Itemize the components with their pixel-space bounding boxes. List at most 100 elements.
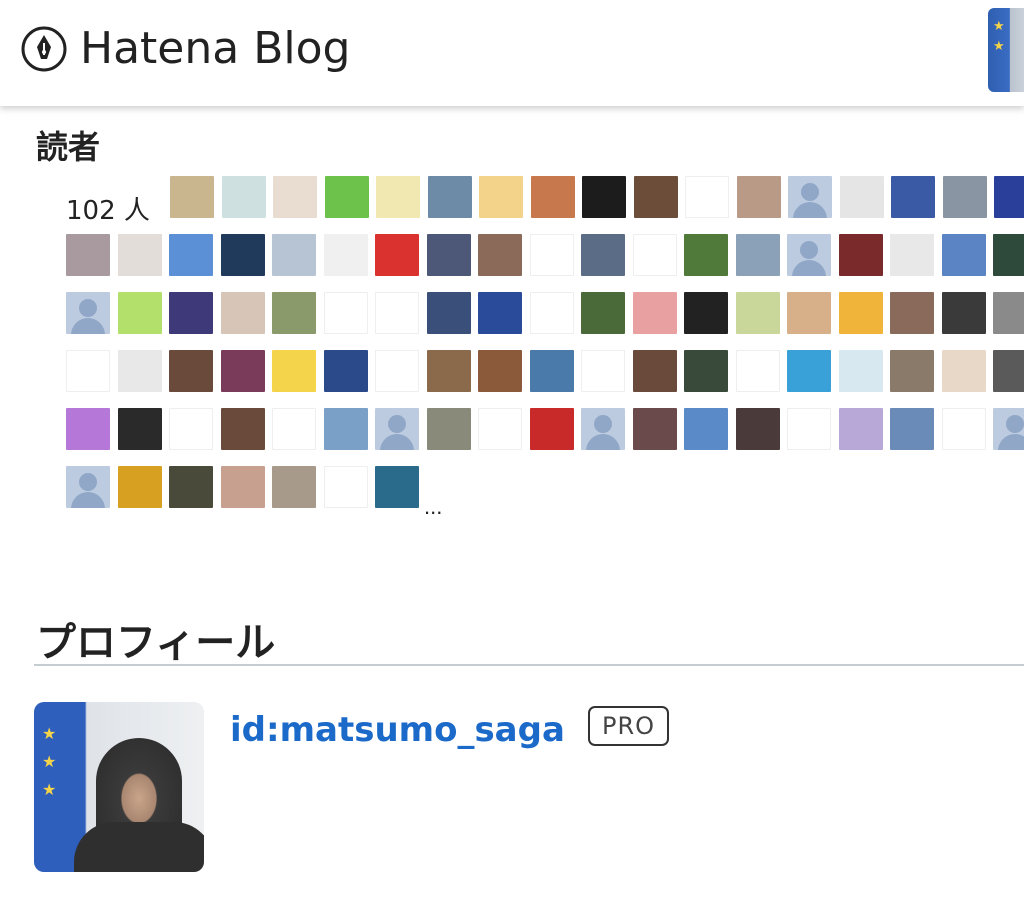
reader-avatar[interactable] xyxy=(582,176,626,218)
reader-avatar[interactable] xyxy=(220,234,265,276)
reader-avatar[interactable] xyxy=(529,350,574,392)
reader-avatar[interactable] xyxy=(426,292,471,334)
reader-avatar[interactable] xyxy=(272,234,316,276)
reader-avatar[interactable] xyxy=(323,350,368,392)
reader-avatar[interactable] xyxy=(169,350,213,392)
reader-avatar[interactable] xyxy=(581,350,625,392)
reader-avatar[interactable] xyxy=(273,176,317,218)
reader-avatar[interactable] xyxy=(788,176,832,218)
reader-avatar[interactable] xyxy=(993,408,1024,450)
reader-avatar[interactable] xyxy=(375,292,419,334)
reader-avatar[interactable] xyxy=(735,292,780,334)
reader-avatar[interactable] xyxy=(529,408,574,450)
reader-avatar[interactable] xyxy=(220,466,265,508)
reader-avatar[interactable] xyxy=(530,176,575,218)
reader-avatar[interactable] xyxy=(169,234,213,276)
reader-avatar[interactable] xyxy=(426,350,471,392)
reader-avatar[interactable] xyxy=(478,408,522,450)
reader-avatar[interactable] xyxy=(272,408,316,450)
reader-avatar[interactable] xyxy=(941,408,986,450)
reader-avatar[interactable] xyxy=(170,176,214,218)
reader-avatar[interactable] xyxy=(735,408,780,450)
reader-avatar[interactable] xyxy=(581,408,625,450)
reader-avatar[interactable] xyxy=(529,292,574,334)
hatena-blog-logo[interactable]: Hatena Blog xyxy=(20,22,350,76)
reader-avatar[interactable] xyxy=(994,176,1024,218)
reader-avatar[interactable] xyxy=(324,176,369,218)
reader-avatar[interactable] xyxy=(993,350,1024,392)
reader-avatar[interactable] xyxy=(117,234,162,276)
reader-avatar[interactable] xyxy=(272,466,316,508)
reader-avatar[interactable] xyxy=(890,408,934,450)
reader-avatar[interactable] xyxy=(529,234,574,276)
reader-avatar[interactable] xyxy=(169,466,213,508)
reader-avatar[interactable] xyxy=(426,408,471,450)
reader-avatar[interactable] xyxy=(632,234,677,276)
reader-avatar[interactable] xyxy=(735,350,780,392)
reader-avatar[interactable] xyxy=(632,350,677,392)
reader-avatar[interactable] xyxy=(633,176,678,218)
reader-avatar[interactable] xyxy=(684,292,728,334)
reader-avatar[interactable] xyxy=(117,408,162,450)
reader-avatar[interactable] xyxy=(66,350,110,392)
reader-avatar[interactable] xyxy=(993,234,1024,276)
reader-avatar[interactable] xyxy=(478,234,522,276)
reader-avatar[interactable] xyxy=(632,408,677,450)
reader-avatar[interactable] xyxy=(838,350,883,392)
reader-avatar[interactable] xyxy=(323,234,368,276)
reader-avatar[interactable] xyxy=(66,466,110,508)
reader-avatar[interactable] xyxy=(632,292,677,334)
reader-avatar[interactable] xyxy=(581,234,625,276)
reader-avatar[interactable] xyxy=(427,176,472,218)
reader-avatar[interactable] xyxy=(375,466,419,508)
reader-avatar[interactable] xyxy=(890,234,934,276)
reader-avatar[interactable] xyxy=(838,234,883,276)
reader-avatar[interactable] xyxy=(478,292,522,334)
reader-avatar[interactable] xyxy=(220,292,265,334)
reader-avatar[interactable] xyxy=(375,234,419,276)
reader-avatar[interactable] xyxy=(169,408,213,450)
reader-avatar[interactable] xyxy=(117,466,162,508)
reader-avatar[interactable] xyxy=(838,408,883,450)
reader-avatar[interactable] xyxy=(684,350,728,392)
reader-avatar[interactable] xyxy=(942,176,987,218)
reader-avatar[interactable] xyxy=(272,292,316,334)
reader-avatar[interactable] xyxy=(323,292,368,334)
reader-avatar[interactable] xyxy=(684,408,728,450)
reader-avatar[interactable] xyxy=(839,176,884,218)
reader-avatar[interactable] xyxy=(941,292,986,334)
reader-avatar[interactable] xyxy=(787,350,831,392)
reader-avatar[interactable] xyxy=(220,408,265,450)
reader-avatar[interactable] xyxy=(736,176,781,218)
reader-avatar[interactable] xyxy=(787,408,831,450)
reader-avatar[interactable] xyxy=(426,234,471,276)
reader-avatar[interactable] xyxy=(117,350,162,392)
reader-avatar[interactable] xyxy=(735,234,780,276)
reader-avatar[interactable] xyxy=(787,292,831,334)
reader-avatar[interactable] xyxy=(221,176,266,218)
reader-avatar[interactable] xyxy=(685,176,729,218)
reader-avatar[interactable] xyxy=(169,292,213,334)
reader-avatar[interactable] xyxy=(993,292,1024,334)
user-avatar-icon[interactable]: ★ ★ xyxy=(988,8,1024,92)
reader-avatar[interactable] xyxy=(117,292,162,334)
reader-avatar[interactable] xyxy=(272,350,316,392)
reader-avatar[interactable] xyxy=(66,292,110,334)
reader-avatar[interactable] xyxy=(890,292,934,334)
reader-avatar[interactable] xyxy=(787,234,831,276)
reader-avatar[interactable] xyxy=(890,350,934,392)
reader-avatar[interactable] xyxy=(478,350,522,392)
reader-avatar[interactable] xyxy=(376,176,420,218)
reader-avatar[interactable] xyxy=(479,176,523,218)
reader-avatar[interactable] xyxy=(891,176,935,218)
reader-avatar[interactable] xyxy=(375,350,419,392)
reader-avatar[interactable] xyxy=(66,408,110,450)
reader-avatar[interactable] xyxy=(941,350,986,392)
reader-avatar[interactable] xyxy=(941,234,986,276)
reader-avatar[interactable] xyxy=(375,408,419,450)
reader-avatar[interactable] xyxy=(66,234,110,276)
reader-avatar[interactable] xyxy=(323,408,368,450)
reader-avatar[interactable] xyxy=(323,466,368,508)
reader-avatar[interactable] xyxy=(684,234,728,276)
profile-id-link[interactable]: id:matsumo_saga xyxy=(230,710,565,750)
